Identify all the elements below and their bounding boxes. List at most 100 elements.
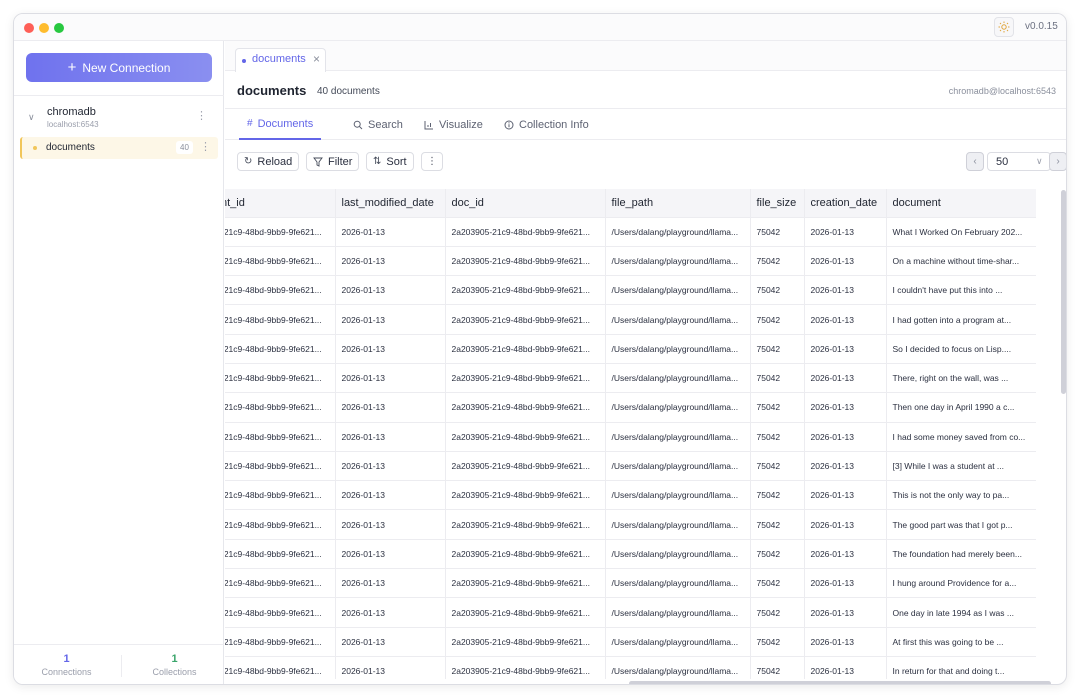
table-cell: There, right on the wall, was ... — [885, 363, 1036, 394]
connections-count: 1 — [63, 653, 70, 665]
filter-icon — [313, 157, 323, 167]
chevron-left-icon: ‹ — [973, 156, 977, 167]
sun-icon — [998, 21, 1010, 33]
table-cell: /Users/dalang/playground/llama... — [604, 246, 750, 277]
table-row[interactable]: -21c9-48bd-9bb9-9fe621... 2026-01-13 2a203… — [225, 275, 1036, 306]
table-row[interactable]: -21c9-48bd-9bb9-9fe621... 2026-01-13 2a203… — [225, 451, 1036, 482]
table-cell: 75042 — [749, 422, 804, 452]
column-header[interactable]: last_modified_date — [334, 189, 445, 218]
connections-label: Connections — [41, 667, 92, 677]
tab-visualize[interactable]: Visualize — [416, 109, 491, 140]
table-cell: What I Worked On February 202... — [885, 217, 1036, 247]
document-count: 40 documents — [317, 86, 380, 97]
table-cell: -21c9-48bd-9bb9-9fe621... — [225, 568, 335, 599]
table-cell: /Users/dalang/playground/llama... — [604, 304, 750, 335]
tab-strip: documents × — [225, 41, 1066, 72]
table-cell: -21c9-48bd-9bb9-9fe621... — [225, 509, 335, 540]
table-row[interactable]: -21c9-48bd-9bb9-9fe621... 2026-01-13 2a203… — [225, 217, 1036, 247]
table-cell: 2a203905-21c9-48bd-9bb9-9fe621... — [444, 422, 605, 452]
table-cell: The good part was that I got p... — [885, 509, 1036, 540]
connection-item-chromadb[interactable]: ∨ chromadb localhost:6543 ⋮ — [20, 104, 218, 132]
next-page-button[interactable]: › — [1049, 152, 1066, 171]
table-cell: 2026-01-13 — [803, 304, 886, 335]
table-cell: -21c9-48bd-9bb9-9fe621... — [225, 597, 335, 628]
table-cell: 2a203905-21c9-48bd-9bb9-9fe621... — [444, 217, 605, 247]
table-cell: -21c9-48bd-9bb9-9fe621... — [225, 217, 335, 247]
table-cell: -21c9-48bd-9bb9-9fe621... — [225, 422, 335, 452]
page-size-select[interactable]: 50 ∨ — [987, 152, 1051, 171]
column-header[interactable]: creation_date — [803, 189, 886, 218]
vertical-scrollbar[interactable] — [1061, 190, 1066, 394]
column-header[interactable]: document — [885, 189, 1036, 218]
table-cell: 75042 — [749, 627, 804, 657]
tab-search[interactable]: Search — [345, 109, 411, 140]
table-row[interactable]: -21c9-48bd-9bb9-9fe621... 2026-01-13 2a203… — [225, 480, 1036, 511]
table-cell: 2026-01-13 — [334, 217, 445, 247]
filter-button[interactable]: Filter — [306, 152, 360, 171]
column-header[interactable]: file_path — [604, 189, 750, 218]
table-cell: 2026-01-13 — [334, 539, 445, 570]
more-vertical-icon: ⋮ — [427, 156, 437, 167]
table-row[interactable]: -21c9-48bd-9bb9-9fe621... 2026-01-13 2a203… — [225, 627, 1036, 657]
table-cell: /Users/dalang/playground/llama... — [604, 539, 750, 570]
table-cell: 75042 — [749, 480, 804, 511]
zoom-window-button[interactable] — [54, 23, 64, 33]
table-row[interactable]: -21c9-48bd-9bb9-9fe621... 2026-01-13 2a203… — [225, 656, 1036, 679]
table-cell: The foundation had merely been... — [885, 539, 1036, 570]
new-connection-button[interactable]: + New Connection — [26, 53, 212, 82]
reload-button[interactable]: ↻ Reload — [237, 152, 300, 171]
table-cell: /Users/dalang/playground/llama... — [604, 451, 750, 482]
table-row[interactable]: -21c9-48bd-9bb9-9fe621... 2026-01-13 2a203… — [225, 539, 1036, 570]
plus-icon: + — [67, 59, 77, 76]
table-row[interactable]: -21c9-48bd-9bb9-9fe621... 2026-01-13 2a203… — [225, 334, 1036, 364]
sort-label: Sort — [386, 155, 407, 168]
sidebar: + New Connection ∨ chromadb localhost:65… — [14, 41, 224, 684]
table-row[interactable]: -21c9-48bd-9bb9-9fe621... 2026-01-13 2a203… — [225, 246, 1036, 277]
close-icon[interactable]: × — [313, 52, 320, 66]
table-cell: I had some money saved from co... — [885, 422, 1036, 452]
table-cell: On a machine without time-shar... — [885, 246, 1036, 277]
table-cell: In return for that and doing t... — [885, 656, 1036, 679]
table-row[interactable]: -21c9-48bd-9bb9-9fe621... 2026-01-13 2a203… — [225, 509, 1036, 540]
table-cell: 2026-01-13 — [334, 451, 445, 482]
minimize-window-button[interactable] — [39, 23, 49, 33]
tab-collection-info[interactable]: Collection Info — [496, 109, 597, 140]
table-cell: 2a203905-21c9-48bd-9bb9-9fe621... — [444, 656, 605, 679]
tab-documents-view[interactable]: # Documents — [239, 109, 322, 140]
table-cell: -21c9-48bd-9bb9-9fe621... — [225, 363, 335, 394]
collection-header: documents 40 documents chromadb@localhos… — [225, 72, 1066, 109]
collection-item-documents[interactable]: documents 40 ⋮ — [20, 137, 218, 159]
table-row[interactable]: -21c9-48bd-9bb9-9fe621... 2026-01-13 2a203… — [225, 568, 1036, 599]
search-icon — [353, 120, 363, 129]
table-row[interactable]: -21c9-48bd-9bb9-9fe621... 2026-01-13 2a203… — [225, 363, 1036, 394]
chevron-down-icon[interactable]: ∨ — [28, 112, 35, 123]
sort-button[interactable]: ⇅ Sort — [366, 152, 414, 171]
table-cell: 75042 — [749, 392, 804, 423]
table-cell: 2026-01-13 — [803, 334, 886, 364]
previous-page-button[interactable]: ‹ — [966, 152, 984, 171]
close-window-button[interactable] — [24, 23, 34, 33]
connection-more-icon[interactable]: ⋮ — [196, 109, 207, 122]
table-cell: This is not the only way to pa... — [885, 480, 1036, 511]
table-row[interactable]: -21c9-48bd-9bb9-9fe621... 2026-01-13 2a203… — [225, 597, 1036, 628]
table-cell: I hung around Providence for a... — [885, 568, 1036, 599]
table-row[interactable]: -21c9-48bd-9bb9-9fe621... 2026-01-13 2a203… — [225, 304, 1036, 335]
tab-documents[interactable]: documents × — [235, 48, 326, 72]
column-header[interactable]: file_size — [749, 189, 804, 218]
reload-label: Reload — [257, 155, 293, 168]
table-row[interactable]: -21c9-48bd-9bb9-9fe621... 2026-01-13 2a203… — [225, 422, 1036, 452]
table-cell: 75042 — [749, 334, 804, 364]
column-header[interactable]: doc_id — [444, 189, 605, 218]
table-cell: /Users/dalang/playground/llama... — [604, 334, 750, 364]
column-header[interactable]: nt_id — [225, 189, 335, 218]
documents-table: nt_idlast_modified_datedoc_idfile_pathfi… — [225, 189, 1060, 679]
more-options-button[interactable]: ⋮ — [421, 152, 443, 171]
new-connection-label: New Connection — [82, 60, 171, 75]
chart-icon — [424, 120, 433, 129]
horizontal-scrollbar[interactable] — [629, 681, 1051, 684]
table-cell: 2026-01-13 — [803, 217, 886, 247]
theme-toggle-button[interactable] — [994, 17, 1014, 37]
table-cell: 2a203905-21c9-48bd-9bb9-9fe621... — [444, 451, 605, 482]
collection-more-icon[interactable]: ⋮ — [200, 140, 211, 153]
table-row[interactable]: -21c9-48bd-9bb9-9fe621... 2026-01-13 2a203… — [225, 392, 1036, 423]
